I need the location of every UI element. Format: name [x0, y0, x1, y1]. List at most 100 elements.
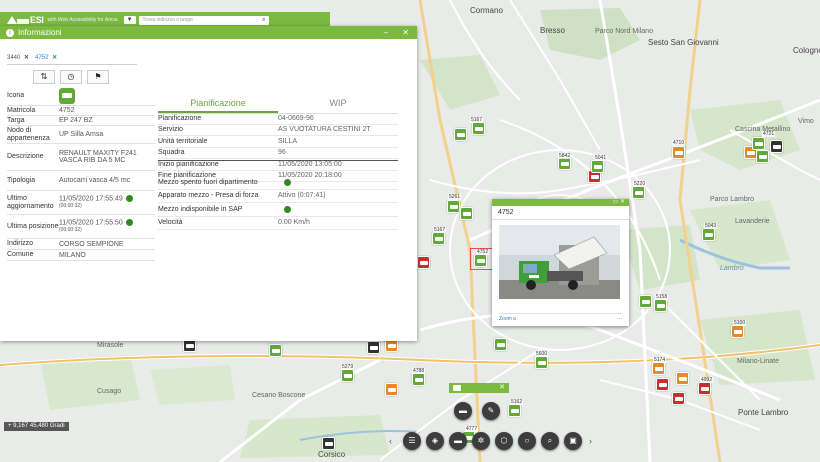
swap-icon[interactable]: ⇅: [33, 70, 55, 84]
chevron-right-icon[interactable]: ›: [589, 436, 592, 446]
planning-row: Servizio AS VUOTATURA CESTINI 2T: [158, 125, 398, 136]
vehicle-marker[interactable]: [702, 228, 715, 241]
planning-key: Servizio: [158, 126, 183, 134]
marker-label: 4788: [412, 368, 426, 374]
map-label: Cesano Boscone: [252, 392, 306, 399]
search-icon[interactable]: ⌕: [262, 16, 265, 25]
photo-popup-footer: Zoom a ···: [499, 313, 622, 322]
map-label: Bresso: [540, 26, 565, 35]
vehicle-marker[interactable]: [672, 146, 685, 159]
vehicle-marker[interactable]: [756, 150, 769, 163]
vehicle-marker[interactable]: [639, 295, 652, 308]
zoom-to-link[interactable]: Zoom a: [499, 316, 516, 322]
speech-icon[interactable]: ○: [518, 432, 536, 450]
vehicle-marker[interactable]: [656, 378, 669, 391]
vehicle-marker[interactable]: [654, 299, 667, 312]
tab-wip[interactable]: WIP: [278, 96, 398, 113]
search-input[interactable]: Trova indirizzo o luogo ⌕: [138, 15, 269, 25]
status-key: Mezzo spento fuori dipartimento: [158, 178, 258, 186]
divider: [158, 160, 398, 161]
detail-row: Nodo di appartenenza UP Silla Amsa: [7, 126, 155, 144]
marker-label: 4992: [700, 377, 714, 383]
marker-label: 5162: [510, 399, 524, 405]
vehicle-marker[interactable]: [472, 122, 485, 135]
marker-label: 5158: [655, 294, 669, 300]
coordinates-text: 9,167 45,480 Gradi: [13, 423, 65, 429]
status-key: Velocità: [158, 219, 183, 227]
vehicle-marker[interactable]: [494, 338, 507, 351]
list-icon[interactable]: ☰: [403, 432, 421, 450]
vehicle-tag-active[interactable]: 4752 ✕: [35, 54, 57, 61]
detail-value: Autocarri vasca 4/5 mc: [59, 177, 131, 184]
vehicle-marker[interactable]: [322, 437, 335, 450]
marker-label: 5220: [633, 181, 647, 187]
wrench-icon[interactable]: ✎: [482, 402, 500, 420]
close-icon[interactable]: ✕: [24, 55, 29, 61]
vehicle-marker[interactable]: [367, 341, 380, 354]
vehicle-marker[interactable]: [508, 404, 521, 417]
vehicle-marker[interactable]: [676, 372, 689, 385]
detail-value: MILANO: [59, 251, 86, 259]
vehicle-marker[interactable]: [698, 382, 711, 395]
vehicle-marker[interactable]: [432, 232, 445, 245]
marker-label: 5261: [448, 194, 462, 200]
search-source-dropdown[interactable]: ▼: [123, 16, 136, 24]
vehicle-marker[interactable]: [385, 383, 398, 396]
brand-subtitle: with Web Accessibility for Amsa: [47, 17, 118, 23]
vehicle-tags: 3440 ✕ 4752 ✕: [7, 54, 63, 61]
vehicle-marker[interactable]: [341, 369, 354, 382]
truck-icon[interactable]: ▬: [454, 402, 472, 420]
vehicle-marker[interactable]: [672, 392, 685, 405]
vehicle-marker[interactable]: [632, 186, 645, 199]
vehicle-marker[interactable]: [460, 207, 473, 220]
planning-value: 11/05/2020 13:05:00: [278, 160, 342, 168]
vehicle-marker[interactable]: [752, 137, 765, 150]
vehicle-marker[interactable]: [447, 200, 460, 213]
detail-key: Descrizione: [7, 153, 44, 160]
status-dot-icon: [125, 194, 133, 202]
vehicle-marker[interactable]: [591, 160, 604, 173]
map-label: Parco Nord Milano: [595, 28, 653, 35]
trash-icon[interactable]: ▣: [564, 432, 582, 450]
tab-pianificazione[interactable]: Pianificazione: [158, 96, 278, 113]
more-options-icon[interactable]: ···: [617, 316, 622, 322]
close-button[interactable]: ✕: [402, 28, 409, 37]
detail-key: Targa: [7, 116, 25, 124]
truck-filter-icon[interactable]: ▬: [449, 432, 467, 450]
vehicle-marker[interactable]: [535, 356, 548, 369]
close-icon[interactable]: ✕: [52, 55, 57, 61]
vehicle-marker[interactable]: [417, 256, 430, 269]
history-icon[interactable]: ◷: [60, 70, 82, 84]
cube-icon[interactable]: ⬡: [495, 432, 513, 450]
detail-value: 11/05/2020 17:55:50 (00:00:32): [59, 218, 155, 234]
settings-icon[interactable]: ✲: [472, 432, 490, 450]
vehicle-marker[interactable]: [269, 344, 282, 357]
photo-popup-header[interactable]: ▭ ✕: [492, 199, 629, 206]
vehicle-tag[interactable]: 3440 ✕: [7, 54, 29, 61]
minimize-button[interactable]: –: [384, 28, 388, 37]
search-icon[interactable]: ⌕: [541, 432, 559, 450]
chevron-left-icon[interactable]: ‹: [389, 436, 392, 446]
vehicle-marker[interactable]: [412, 373, 425, 386]
vehicle-marker[interactable]: [454, 128, 467, 141]
vehicle-marker[interactable]: [770, 140, 783, 153]
status-row: Apparato mezzo - Presa di forza Attivo (0…: [158, 190, 398, 203]
layers-icon[interactable]: ◈: [426, 432, 444, 450]
mini-panel-header[interactable]: ✕: [449, 383, 509, 393]
map-label: Lavanderie: [735, 218, 770, 225]
map-label: Cusago: [97, 388, 122, 395]
app-logo: [4, 14, 30, 26]
vehicle-marker[interactable]: [731, 325, 744, 338]
detail-key: Indirizzo: [7, 240, 34, 247]
detail-value: 4752: [59, 107, 75, 114]
close-button[interactable]: ✕: [499, 384, 505, 391]
info-panel-header[interactable]: i Informazioni – ✕: [0, 26, 417, 39]
status-key: Mezzo indisponibile in SAP: [158, 205, 243, 213]
info-icon: i: [6, 28, 14, 37]
vehicle-marker[interactable]: [652, 362, 665, 375]
flag-icon[interactable]: ⚑: [87, 70, 109, 84]
status-row: Velocità 0.00 Km/h: [158, 217, 398, 230]
status-key: Apparato mezzo - Presa di forza: [158, 192, 259, 200]
selected-vehicle-highlight: [470, 248, 493, 270]
map-label: Ponte Lambro: [738, 408, 789, 417]
